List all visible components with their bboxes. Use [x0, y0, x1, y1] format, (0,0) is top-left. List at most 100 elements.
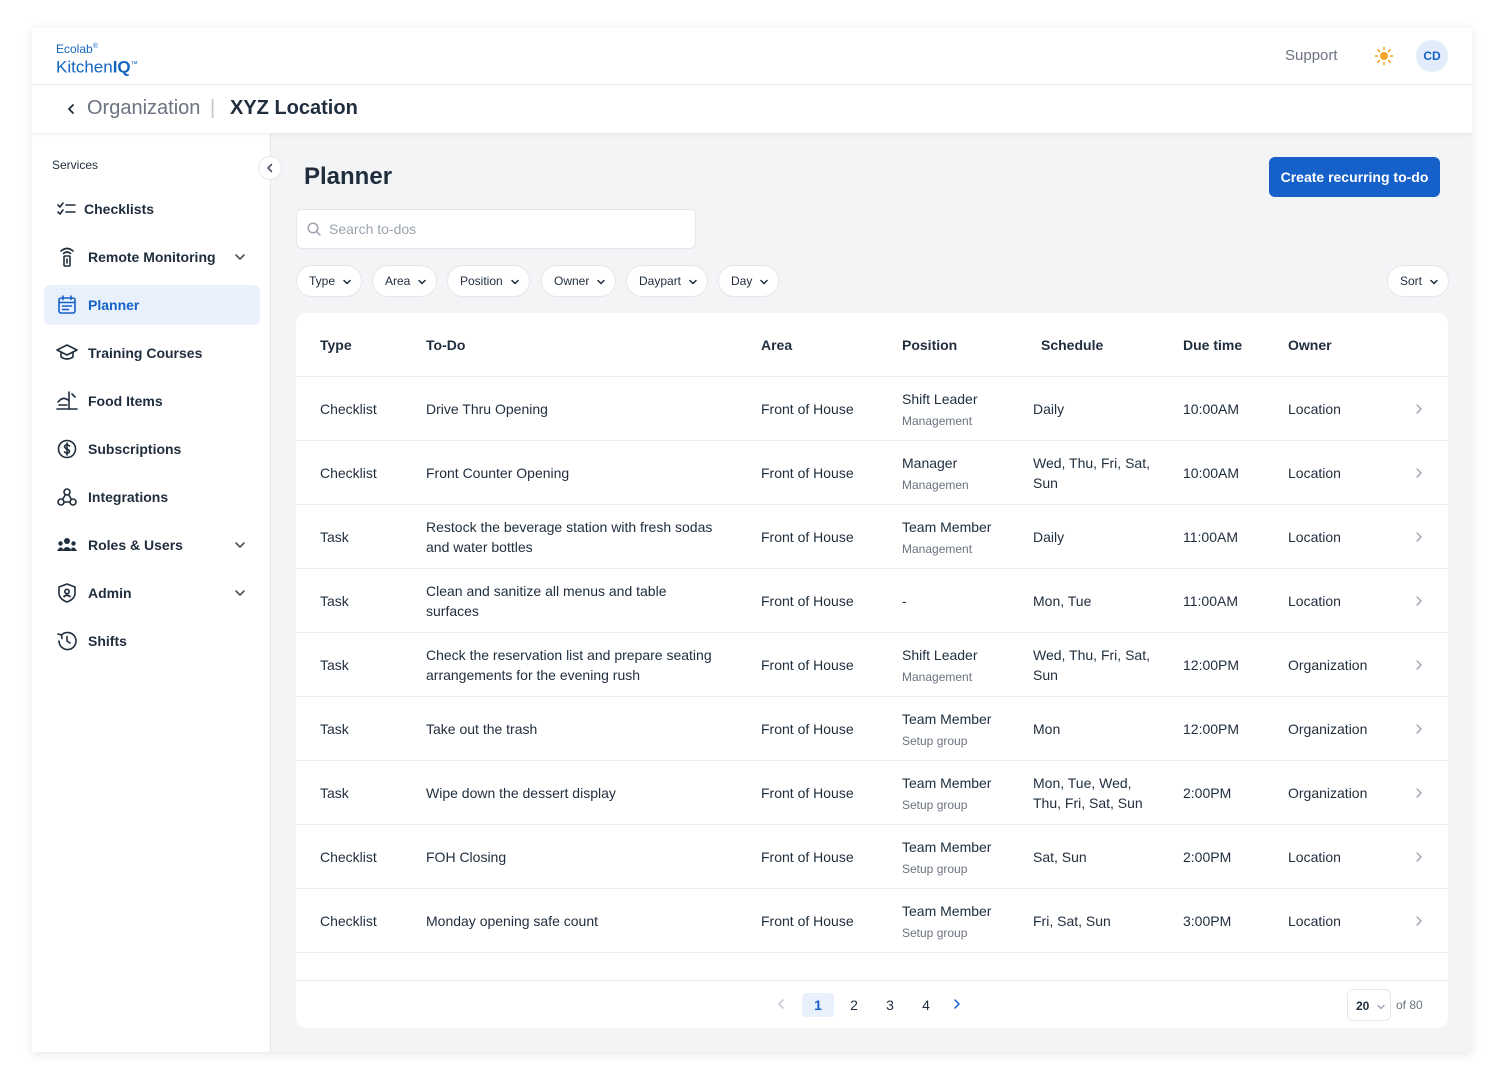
chevron-right-icon[interactable]: [1414, 595, 1424, 607]
sidebar-item-food-items[interactable]: Food Items: [44, 381, 260, 421]
sidebar-item-admin[interactable]: Admin: [44, 573, 260, 613]
sort-button[interactable]: Sort: [1387, 265, 1450, 297]
cell-schedule: Daily: [1033, 401, 1065, 417]
table-row[interactable]: Checklist Drive Thru Opening Front of Hous…: [296, 377, 1448, 441]
search-icon: [307, 222, 321, 236]
table-row[interactable]: Task Clean and sanitize all menus and tab…: [296, 569, 1448, 633]
page-button-1[interactable]: 1: [802, 993, 834, 1017]
cell-owner: Location: [1288, 401, 1341, 417]
food-tray-icon: [56, 391, 78, 410]
main-content: Planner Create recurring to-do Type Area…: [272, 133, 1472, 1052]
column-header-todo[interactable]: To-Do: [426, 337, 465, 353]
column-header-type[interactable]: Type: [320, 337, 352, 353]
page-button-2[interactable]: 2: [838, 993, 870, 1017]
avatar[interactable]: CD: [1416, 40, 1448, 72]
sidebar-item-planner[interactable]: Planner: [44, 285, 260, 325]
page-button-3[interactable]: 3: [874, 993, 906, 1017]
sidebar-item-label: Training Courses: [88, 345, 203, 361]
filter-label: Area: [385, 274, 411, 288]
filter-position[interactable]: Position: [447, 265, 530, 297]
cell-position: Team Member: [902, 519, 992, 535]
chevron-right-icon[interactable]: [1414, 531, 1424, 543]
table-row[interactable]: Task Restock the beverage station with fr…: [296, 505, 1448, 569]
sidebar-item-training-courses[interactable]: Training Courses: [44, 333, 260, 373]
cell-area: Front of House: [761, 465, 854, 481]
chevron-down-icon[interactable]: [234, 539, 246, 551]
chevron-down-icon: [597, 279, 606, 285]
cell-area: Front of House: [761, 913, 854, 929]
table-row[interactable]: Task Take out the trash Front of House Team…: [296, 697, 1448, 761]
chevron-right-icon[interactable]: [1414, 787, 1424, 799]
chevron-right-icon[interactable]: [1414, 915, 1424, 927]
column-header-owner[interactable]: Owner: [1288, 337, 1332, 353]
sidebar-item-subscriptions[interactable]: Subscriptions: [44, 429, 260, 469]
collapse-sidebar-button[interactable]: [258, 156, 282, 180]
chevron-down-icon: [510, 279, 519, 285]
filter-area[interactable]: Area: [372, 265, 438, 297]
cell-due-time: 10:00AM: [1183, 465, 1240, 481]
table-row[interactable]: Checklist Front Counter Opening Front of H…: [296, 441, 1448, 505]
chevron-left-icon[interactable]: [776, 998, 786, 1010]
page-size-select[interactable]: 20: [1347, 989, 1391, 1021]
support-link[interactable]: Support: [1285, 47, 1338, 64]
cell-todo: Check the reservation list and prepare s…: [426, 647, 712, 663]
breadcrumb-parent[interactable]: Organization: [87, 97, 200, 120]
filter-daypart[interactable]: Daypart: [626, 265, 709, 297]
cell-owner: Location: [1288, 593, 1341, 609]
chevron-right-icon[interactable]: [1414, 851, 1424, 863]
breadcrumb: Organization | XYZ Location: [32, 85, 1472, 133]
cell-position-group: Setup group: [902, 926, 968, 940]
chevron-left-icon[interactable]: [64, 100, 78, 118]
pagination: 1 2 3 4 20 of 80: [296, 980, 1448, 1028]
cell-due-time: 12:00PM: [1183, 657, 1240, 673]
chevron-right-icon[interactable]: [952, 998, 962, 1010]
filter-day[interactable]: Day: [718, 265, 780, 297]
cell-position: Shift Leader: [902, 391, 978, 407]
table-row[interactable]: Task Wipe down the dessert display Front o…: [296, 761, 1448, 825]
column-header-position[interactable]: Position: [902, 337, 957, 353]
brand-logo[interactable]: Ecolab® KitchenIQ™: [56, 40, 138, 77]
column-header-schedule[interactable]: Schedule: [1041, 337, 1103, 353]
search-box: [296, 209, 696, 249]
sidebar-item-shifts[interactable]: Shifts: [44, 621, 260, 661]
sidebar-item-label: Shifts: [88, 633, 127, 649]
search-input[interactable]: [329, 210, 689, 248]
chevron-right-icon[interactable]: [1414, 467, 1424, 479]
cell-type: Task: [320, 785, 349, 801]
cell-position: Team Member: [902, 839, 992, 855]
chevron-right-icon[interactable]: [1414, 723, 1424, 735]
page-button-4[interactable]: 4: [910, 993, 942, 1017]
create-recurring-todo-button[interactable]: Create recurring to-do: [1269, 157, 1440, 197]
cell-schedule: Mon, Tue: [1033, 593, 1092, 609]
table-row[interactable]: Checklist FOH Closing Front of House Team M…: [296, 825, 1448, 889]
cell-todo: Restock the beverage station with fresh …: [426, 519, 713, 535]
cell-position-group: Setup group: [902, 862, 968, 876]
cell-todo: surfaces: [426, 603, 479, 619]
chevron-right-icon[interactable]: [1414, 403, 1424, 415]
sidebar-item-roles-users[interactable]: Roles & Users: [44, 525, 260, 565]
table-body: Checklist Drive Thru Opening Front of Hous…: [296, 377, 1448, 980]
column-header-area[interactable]: Area: [761, 337, 792, 353]
sidebar-item-checklists[interactable]: Checklists: [44, 189, 260, 229]
filter-type[interactable]: Type: [296, 265, 363, 297]
table-row[interactable]: Mon, Tue, Wed,: [296, 953, 1448, 980]
sun-icon[interactable]: [1374, 46, 1394, 66]
sidebar-item-integrations[interactable]: Integrations: [44, 477, 260, 517]
chevron-down-icon[interactable]: [234, 587, 246, 599]
cell-schedule: Wed, Thu, Fri, Sat,: [1033, 647, 1150, 663]
cell-position: Team Member: [902, 903, 992, 919]
cell-schedule: Mon: [1033, 721, 1061, 737]
app-window: Ecolab® KitchenIQ™ Support CD Organizati…: [32, 28, 1472, 1052]
column-header-due-time[interactable]: Due time: [1183, 337, 1242, 353]
chevron-down-icon[interactable]: [234, 251, 246, 263]
chevron-right-icon[interactable]: [1414, 659, 1424, 671]
brand-trademark: ™: [130, 61, 138, 68]
breadcrumb-separator: |: [210, 97, 216, 119]
cell-type: Task: [320, 529, 349, 545]
filter-owner[interactable]: Owner: [541, 265, 617, 297]
table-row[interactable]: Checklist Monday opening safe count Front …: [296, 889, 1448, 953]
cell-position: Manager: [902, 455, 958, 471]
sidebar-item-remote-monitoring[interactable]: Remote Monitoring: [44, 237, 260, 277]
cell-due-time: 2:00PM: [1183, 849, 1232, 865]
table-row[interactable]: Task Check the reservation list and prepa…: [296, 633, 1448, 697]
